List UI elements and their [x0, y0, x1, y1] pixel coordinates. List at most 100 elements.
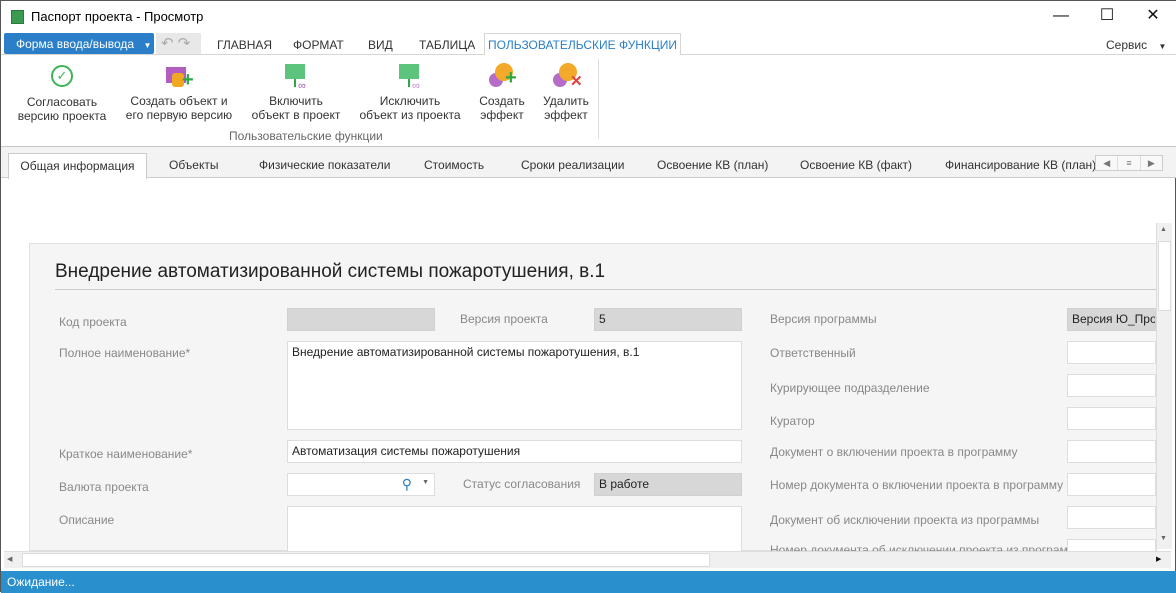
tab-general-info[interactable]: Общая информация: [8, 153, 147, 179]
button-label: Согласовать: [26, 95, 98, 109]
tab-prev-icon[interactable]: ◀: [1096, 156, 1119, 170]
exclusion-doc-label: Документ об исключении проекта из програ…: [770, 513, 1040, 527]
service-menu[interactable]: Сервис ▼: [1106, 38, 1166, 52]
supervising-dept-field[interactable]: [1067, 374, 1156, 397]
service-label: Сервис: [1106, 38, 1148, 52]
app-icon: [11, 10, 24, 24]
chevron-down-icon: ▼: [1158, 42, 1167, 51]
code-label: Код проекта: [59, 315, 127, 329]
window-title: Паспорт проекта - Просмотр: [31, 9, 204, 24]
program-version-label: Версия программы: [770, 312, 877, 326]
full-name-field[interactable]: Внедрение автоматизированной системы пож…: [287, 341, 742, 430]
curator-field[interactable]: [1067, 407, 1156, 430]
tab-physical-indicators[interactable]: Физические показатели: [259, 158, 390, 172]
description-label: Описание: [59, 513, 115, 527]
responsible-label: Ответственный: [770, 346, 856, 360]
board-link-icon: ∞: [281, 61, 311, 92]
chevron-down-icon: ▼: [143, 41, 152, 50]
vertical-scrollbar[interactable]: ▲ ▼: [1156, 223, 1172, 549]
horizontal-scrollbar[interactable]: ◀ ▶: [4, 551, 1171, 568]
inclusion-doc-label: Документ о включении проекта в программу: [770, 445, 1018, 459]
scroll-up-icon[interactable]: ▲: [1160, 226, 1167, 233]
house-coins-add-icon: +: [164, 61, 194, 91]
form-io-dropdown[interactable]: Форма ввода/вывода ▼: [4, 33, 154, 54]
tab-capex-plan[interactable]: Освоение КВ (план): [657, 158, 768, 172]
ribbon-separator: [598, 59, 599, 139]
version-field[interactable]: 5: [594, 308, 742, 331]
delete-effect-button[interactable]: ✕ Удалить эффект: [539, 61, 593, 122]
responsible-field[interactable]: [1067, 341, 1156, 364]
undo-redo: ↶ ↷: [156, 33, 201, 54]
button-label: Исключить: [379, 94, 441, 108]
full-name-label: Полное наименование*: [59, 346, 191, 360]
undo-icon[interactable]: ↶: [161, 35, 174, 52]
button-label: эффект: [544, 108, 588, 122]
check-circle-icon: ✓: [51, 65, 73, 87]
button-label: объект в проект: [251, 108, 341, 122]
maximize-button[interactable]: ☐: [1084, 1, 1130, 33]
ribbon-tab-user-functions[interactable]: ПОЛЬЗОВАТЕЛЬСКИЕ ФУНКЦИИ: [484, 33, 681, 56]
ribbon-tab-home[interactable]: ГЛАВНАЯ: [217, 38, 272, 52]
button-label: Создать объект и: [130, 94, 228, 108]
tab-timeline[interactable]: Сроки реализации: [521, 158, 624, 172]
status-label: Статус согласования: [463, 477, 581, 491]
inclusion-doc-field[interactable]: [1067, 440, 1156, 463]
description-field[interactable]: [287, 506, 742, 551]
tab-next-icon[interactable]: ▶: [1141, 156, 1162, 170]
button-label: эффект: [480, 108, 524, 122]
button-label: Создать: [479, 94, 525, 108]
tab-list-icon[interactable]: ≡: [1118, 156, 1141, 170]
program-version-field[interactable]: Версия Ю_Прог: [1067, 308, 1156, 331]
scroll-down-icon[interactable]: ▼: [1160, 535, 1167, 542]
ribbon-tab-view[interactable]: ВИД: [368, 38, 393, 52]
curator-label: Куратор: [770, 414, 815, 428]
coin-add-icon: +: [487, 61, 517, 91]
minimize-button[interactable]: —: [1038, 1, 1084, 33]
divider: [55, 289, 1157, 290]
inclusion-doc-number-field[interactable]: [1067, 473, 1156, 496]
short-name-field[interactable]: Автоматизация системы пожаротушения: [287, 440, 742, 463]
tab-capex-fact[interactable]: Освоение КВ (факт): [800, 158, 912, 172]
currency-label: Валюта проекта: [59, 480, 149, 494]
button-label: его первую версию: [125, 108, 233, 122]
title-bar: Паспорт проекта - Просмотр — ☐ ✕: [1, 1, 1176, 33]
board-unlink-icon: ∞: [395, 61, 425, 92]
short-name-label: Краткое наименование*: [59, 447, 193, 461]
scroll-thumb[interactable]: [22, 553, 710, 567]
scroll-thumb[interactable]: [1158, 241, 1171, 311]
exclusion-doc-field[interactable]: [1067, 506, 1156, 529]
tab-cost[interactable]: Стоимость: [424, 158, 484, 172]
exclusion-doc-number-label: Номер документа об исключении проекта из…: [770, 543, 1085, 551]
approve-version-button[interactable]: ✓ Согласовать версию проекта: [15, 61, 109, 123]
button-label: версию проекта: [17, 109, 107, 123]
code-field[interactable]: [287, 308, 435, 331]
tab-objects[interactable]: Объекты: [169, 158, 219, 172]
tab-financing-plan[interactable]: Финансирование КВ (план): [945, 158, 1096, 172]
version-label: Версия проекта: [460, 312, 548, 326]
tab-navigation: ◀ ≡ ▶: [1095, 155, 1163, 171]
include-object-button[interactable]: ∞ Включить объект в проект: [249, 61, 343, 122]
scroll-right-icon[interactable]: ▶: [1156, 555, 1161, 563]
currency-field[interactable]: ⚲ ▼: [287, 473, 435, 496]
form-title: Внедрение автоматизированной системы пож…: [55, 261, 606, 282]
button-label: Включить: [269, 94, 323, 108]
ribbon-tab-format[interactable]: ФОРМАТ: [293, 38, 344, 52]
ribbon-tab-table[interactable]: ТАБЛИЦА: [419, 38, 475, 52]
form-io-label: Форма ввода/вывода: [16, 37, 135, 51]
button-label: объект из проекта: [359, 108, 461, 122]
create-effect-button[interactable]: + Создать эффект: [475, 61, 529, 122]
coin-delete-icon: ✕: [551, 61, 583, 91]
status-bar: Ожидание...: [1, 571, 1176, 593]
redo-icon[interactable]: ↷: [178, 35, 191, 52]
exclude-object-button[interactable]: ∞ Исключить объект из проекта: [357, 61, 463, 122]
inclusion-doc-number-label: Номер документа о включении проекта в пр…: [770, 478, 1064, 492]
search-icon[interactable]: ⚲: [402, 476, 412, 493]
chevron-down-icon[interactable]: ▼: [422, 479, 429, 486]
scroll-left-icon[interactable]: ◀: [7, 555, 12, 563]
status-field[interactable]: В работе: [594, 473, 742, 496]
create-object-button[interactable]: + Создать объект и его первую версию: [125, 61, 233, 122]
supervising-dept-label: Курирующее подразделение: [770, 381, 930, 395]
exclusion-doc-number-field[interactable]: [1067, 539, 1156, 551]
button-label: Удалить: [543, 94, 589, 108]
close-button[interactable]: ✕: [1130, 1, 1176, 33]
